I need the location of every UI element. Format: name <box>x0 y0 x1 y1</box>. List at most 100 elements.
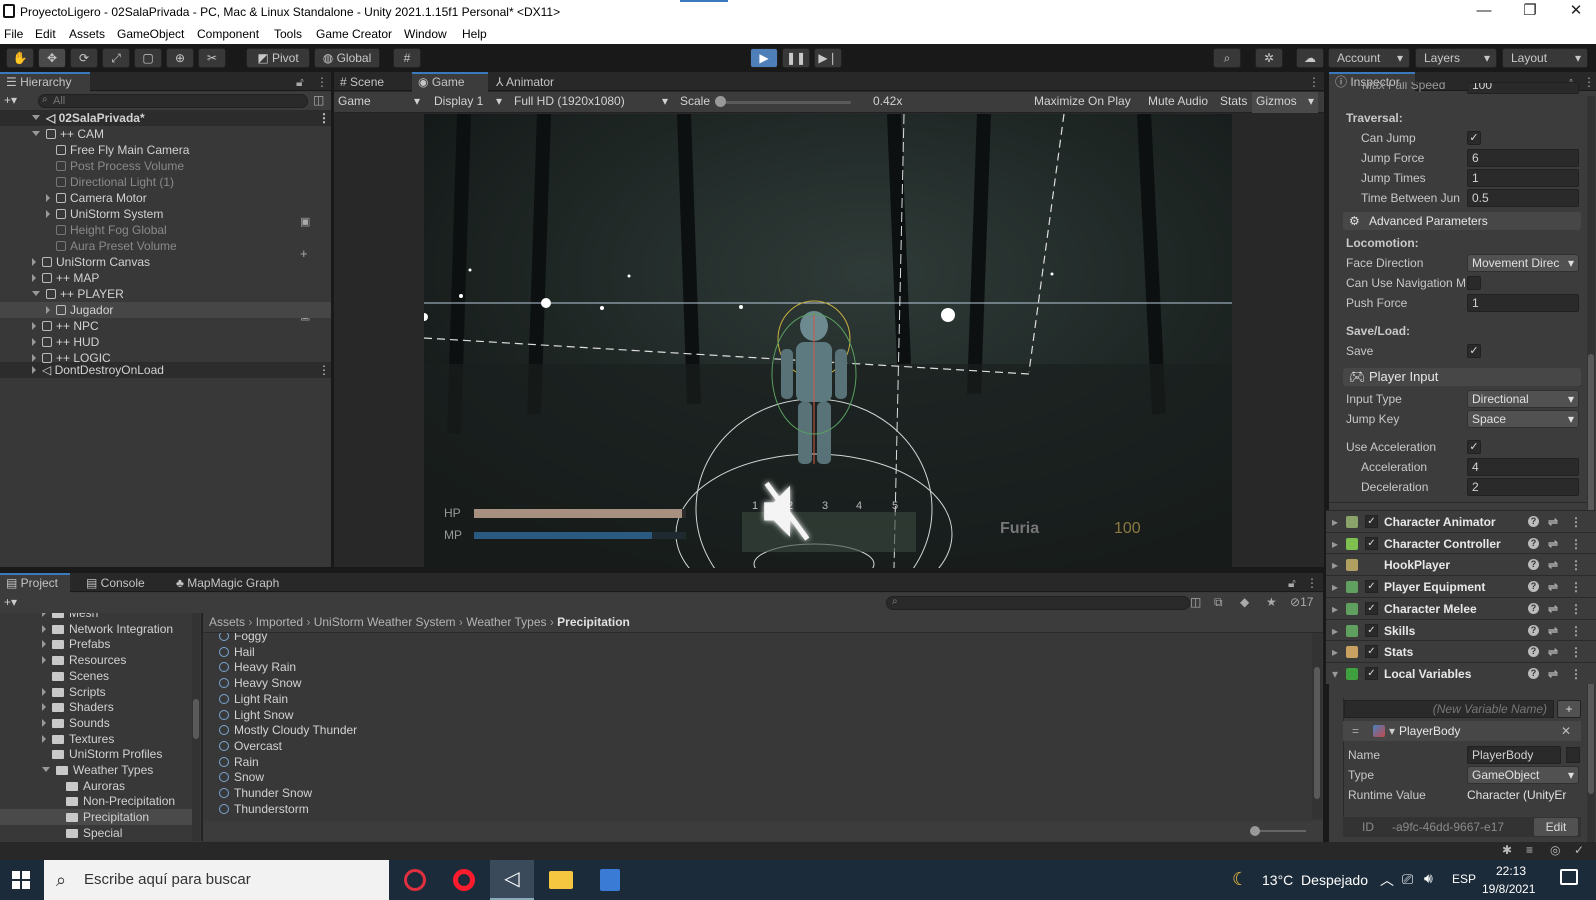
presets-icon[interactable]: ⇌ <box>1548 620 1558 642</box>
tab-mapmagic[interactable]: ♣ MapMagic Graph <box>170 573 300 593</box>
breadcrumb-item[interactable]: Imported <box>256 615 303 629</box>
project-folder-item[interactable]: Non-Precipitation <box>0 793 192 809</box>
close-button[interactable]: ✕ <box>1553 2 1596 22</box>
component-enabled-checkbox[interactable]: ✓ <box>1365 536 1378 550</box>
expand-arrow-icon[interactable] <box>32 354 36 362</box>
asset-file-item[interactable]: Snow <box>203 769 264 785</box>
file-explorer-icon[interactable] <box>549 871 573 889</box>
global-toggle[interactable]: ◍ Global <box>314 48 380 68</box>
remove-variable-icon[interactable]: ✕ <box>1561 721 1571 741</box>
game-viewport[interactable]: HP MP 1 2 3 4 5 🔇︎ Furia 100 <box>424 114 1232 568</box>
favorite-star-icon[interactable]: ★ <box>1266 595 1277 609</box>
menu-component[interactable]: Component <box>197 27 259 41</box>
chevron-right-icon[interactable]: ▸ <box>1332 554 1338 576</box>
save-checkbox[interactable]: ✓ <box>1467 344 1481 358</box>
expand-arrow-icon[interactable] <box>42 734 46 743</box>
tab-hierarchy[interactable]: ☰ Hierarchy <box>0 72 90 92</box>
scale-tool-icon[interactable]: ⤢ <box>102 48 130 68</box>
new-variable-field[interactable]: (New Variable Name) <box>1344 700 1554 718</box>
chevron-right-icon[interactable]: ▸ <box>1332 511 1338 533</box>
bug-icon[interactable]: ✱ <box>1502 843 1512 857</box>
asset-file-item[interactable]: Light Rain <box>203 691 288 707</box>
hierarchy-item[interactable]: ++ MAP <box>0 270 331 286</box>
expand-arrow-icon[interactable] <box>42 624 46 633</box>
component-header[interactable]: ▸ HookPlayer? ⇌ ⋮ <box>1326 553 1596 576</box>
hand-tool-icon[interactable]: ✋ <box>6 48 34 68</box>
move-tool-icon[interactable]: ✥ <box>38 48 66 68</box>
help-icon[interactable]: ? <box>1528 646 1539 658</box>
icon-size-slider[interactable] <box>1252 830 1306 832</box>
project-folder-item[interactable]: Resources <box>0 652 192 668</box>
presets-icon[interactable]: ⇌ <box>1548 576 1558 598</box>
expand-arrow-icon[interactable] <box>42 718 46 727</box>
presets-icon[interactable]: ⇌ <box>1548 511 1558 533</box>
stats-toggle[interactable]: Stats <box>1220 94 1247 108</box>
cache-server-icon[interactable]: ◎ <box>1550 843 1560 857</box>
component-enabled-checkbox[interactable]: ✓ <box>1365 601 1378 615</box>
chevron-right-icon[interactable]: ▸ <box>1332 533 1338 555</box>
project-folder-item[interactable]: Textures <box>0 731 192 747</box>
tab-scene[interactable]: # Scene <box>334 72 408 92</box>
menu-game-creator[interactable]: Game Creator <box>316 27 392 41</box>
breadcrumb-item[interactable]: UniStorm Weather System <box>314 615 456 629</box>
unity-taskbar-icon[interactable]: ◁ <box>490 860 534 900</box>
component-enabled-checkbox[interactable]: ✓ <box>1365 623 1378 637</box>
add-asset-button[interactable]: +▾ <box>4 595 17 609</box>
menu-assets[interactable]: Assets <box>69 27 105 41</box>
menu-tools[interactable]: Tools <box>274 27 302 41</box>
component-header[interactable]: ▸ ✓ Character Melee? ⇌ ⋮ <box>1326 596 1596 619</box>
project-folder-item[interactable]: Scenes <box>0 668 192 684</box>
opera-icon[interactable] <box>453 869 475 891</box>
filter-icon[interactable]: ⧉ <box>1214 595 1223 610</box>
rotate-tool-icon[interactable]: ⟳ <box>70 48 98 68</box>
presets-icon[interactable]: ⇌ <box>1548 533 1558 555</box>
tree-scrollbar[interactable] <box>192 613 200 841</box>
search-icon[interactable]: ⌕ <box>1213 48 1241 68</box>
clock-time[interactable]: 22:13 <box>1496 864 1526 878</box>
asset-file-item[interactable]: Heavy Snow <box>203 675 301 691</box>
kebab-menu-icon[interactable]: ⋮ <box>1570 620 1582 642</box>
hierarchy-item[interactable]: Aura Preset Volume <box>0 238 331 254</box>
input-type-dropdown[interactable]: Directional ▾ <box>1467 390 1579 408</box>
lock-icon[interactable]: 🔓︎ <box>1288 576 1296 591</box>
chevron-right-icon[interactable]: ▸ <box>1332 641 1338 663</box>
jump-force-field[interactable]: 6 <box>1467 149 1579 167</box>
asset-file-item[interactable]: Heavy Rain <box>203 659 296 675</box>
scale-slider-track[interactable] <box>716 101 851 104</box>
kebab-menu-icon[interactable]: ⋮ <box>1570 641 1582 663</box>
project-folder-item[interactable]: Scripts <box>0 684 192 700</box>
scale-slider-handle[interactable] <box>715 96 726 107</box>
expand-arrow-icon[interactable] <box>46 210 50 218</box>
expand-arrow-icon[interactable] <box>42 687 46 696</box>
asset-file-item[interactable]: Thunderstorm <box>203 801 309 817</box>
clock-date[interactable]: 19/8/2021 <box>1482 882 1535 896</box>
label-icon[interactable]: ◆ <box>1240 595 1249 609</box>
scrollbar-thumb[interactable] <box>193 699 199 739</box>
file-list-scrollbar[interactable] <box>1312 633 1322 819</box>
minimize-button[interactable]: — <box>1461 2 1507 22</box>
hidden-packages-icon[interactable]: ⊘17 <box>1290 595 1313 609</box>
opera-gx-icon[interactable] <box>404 869 426 891</box>
help-icon[interactable]: ? <box>1528 581 1539 593</box>
maximize-button[interactable]: ❐ <box>1507 2 1553 22</box>
cloud-icon[interactable]: ☁ <box>1296 48 1324 68</box>
component-header[interactable]: ▸ ✓ Skills? ⇌ ⋮ <box>1326 618 1596 642</box>
expand-arrow-icon[interactable] <box>32 322 36 330</box>
kebab-menu-icon[interactable]: ⋮ <box>316 75 328 89</box>
rect-tool-icon[interactable]: ▢ <box>134 48 162 68</box>
add-variable-button[interactable]: + <box>1557 700 1581 718</box>
project-folder-item[interactable]: Auroras <box>0 778 192 794</box>
gizmos-toggle[interactable]: Gizmos ▾ <box>1252 92 1318 113</box>
resolution-dropdown[interactable]: Full HD (1920x1080) ▾ <box>514 94 672 108</box>
display-dropdown[interactable]: Display 1 ▾ <box>434 94 504 108</box>
jump-times-field[interactable]: 1 <box>1467 169 1579 187</box>
chevron-down-icon[interactable]: ▾ <box>1332 663 1338 685</box>
taskbar-search-box[interactable]: ⌕ Escribe aquí para buscar <box>44 860 389 900</box>
chevron-right-icon[interactable]: ▸ <box>1332 576 1338 598</box>
calculator-icon[interactable] <box>600 869 620 891</box>
expand-arrow-icon[interactable] <box>42 767 50 772</box>
pause-button[interactable]: ❚❚ <box>782 48 810 68</box>
kebab-menu-icon[interactable]: ⋮ <box>1308 75 1320 89</box>
scene-visibility-icon[interactable]: ◫ <box>313 93 324 107</box>
face-direction-dropdown[interactable]: Movement Direc ▾ <box>1467 254 1579 272</box>
